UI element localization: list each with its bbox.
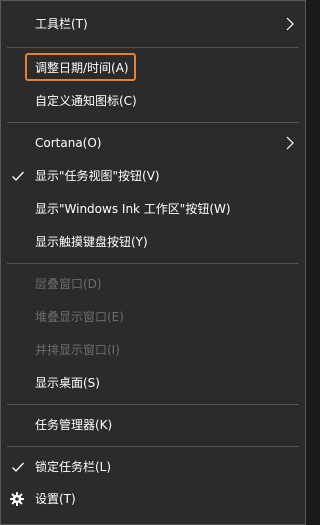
menu-item-toolbar[interactable]: 工具栏(T) bbox=[1, 8, 305, 40]
menu-separator bbox=[7, 122, 299, 123]
gear-icon bbox=[10, 492, 24, 506]
menu-item-label: 显示触摸键盘按钮(Y) bbox=[35, 235, 148, 249]
menu-item-label: 设置(T) bbox=[35, 492, 76, 506]
checkmark-icon bbox=[12, 171, 24, 181]
menu-separator bbox=[7, 446, 299, 447]
menu-item-label: 并排显示窗口(I) bbox=[35, 343, 120, 357]
menu-item-lock-taskbar[interactable]: 锁定任务栏(L) bbox=[1, 451, 305, 483]
menu-item-label: 显示"Windows Ink 工作区"按钮(W) bbox=[35, 202, 231, 216]
menu-item-label: 工具栏(T) bbox=[35, 17, 88, 31]
taskbar-context-menu: 工具栏(T) 调整日期/时间(A) 自定义通知图标(C) Cortana(O) … bbox=[0, 0, 306, 525]
menu-item-stack-windows: 堆叠显示窗口(E) bbox=[1, 301, 305, 333]
menu-item-label: 堆叠显示窗口(E) bbox=[35, 310, 124, 324]
menu-separator bbox=[7, 404, 299, 405]
menu-separator bbox=[7, 47, 299, 48]
chevron-right-icon bbox=[286, 136, 294, 150]
menu-item-cascade-windows: 层叠窗口(D) bbox=[1, 268, 305, 300]
menu-item-settings[interactable]: 设置(T) bbox=[1, 483, 305, 515]
checkmark-icon bbox=[12, 462, 24, 472]
menu-item-show-ink-workspace[interactable]: 显示"Windows Ink 工作区"按钮(W) bbox=[1, 193, 305, 225]
menu-item-label: 锁定任务栏(L) bbox=[35, 460, 112, 474]
menu-item-side-by-side: 并排显示窗口(I) bbox=[1, 334, 305, 366]
menu-item-cortana[interactable]: Cortana(O) bbox=[1, 127, 305, 159]
menu-item-adjust-datetime[interactable]: 调整日期/时间(A) bbox=[1, 52, 305, 84]
menu-item-task-manager[interactable]: 任务管理器(K) bbox=[1, 409, 305, 441]
chevron-right-icon bbox=[286, 17, 294, 31]
menu-separator bbox=[7, 263, 299, 264]
menu-item-label: Cortana(O) bbox=[35, 136, 102, 150]
menu-item-label: 自定义通知图标(C) bbox=[35, 94, 137, 108]
menu-item-label: 显示桌面(S) bbox=[35, 376, 100, 390]
menu-item-label: 任务管理器(K) bbox=[35, 418, 113, 432]
menu-item-label: 调整日期/时间(A) bbox=[35, 61, 129, 75]
menu-item-label: 显示"任务视图"按钮(V) bbox=[35, 169, 160, 183]
menu-item-show-touch-keyboard[interactable]: 显示触摸键盘按钮(Y) bbox=[1, 226, 305, 258]
menu-item-label: 层叠窗口(D) bbox=[35, 277, 102, 291]
menu-item-show-desktop[interactable]: 显示桌面(S) bbox=[1, 367, 305, 399]
menu-item-customize-notification-icons[interactable]: 自定义通知图标(C) bbox=[1, 85, 305, 117]
menu-item-show-task-view[interactable]: 显示"任务视图"按钮(V) bbox=[1, 160, 305, 192]
